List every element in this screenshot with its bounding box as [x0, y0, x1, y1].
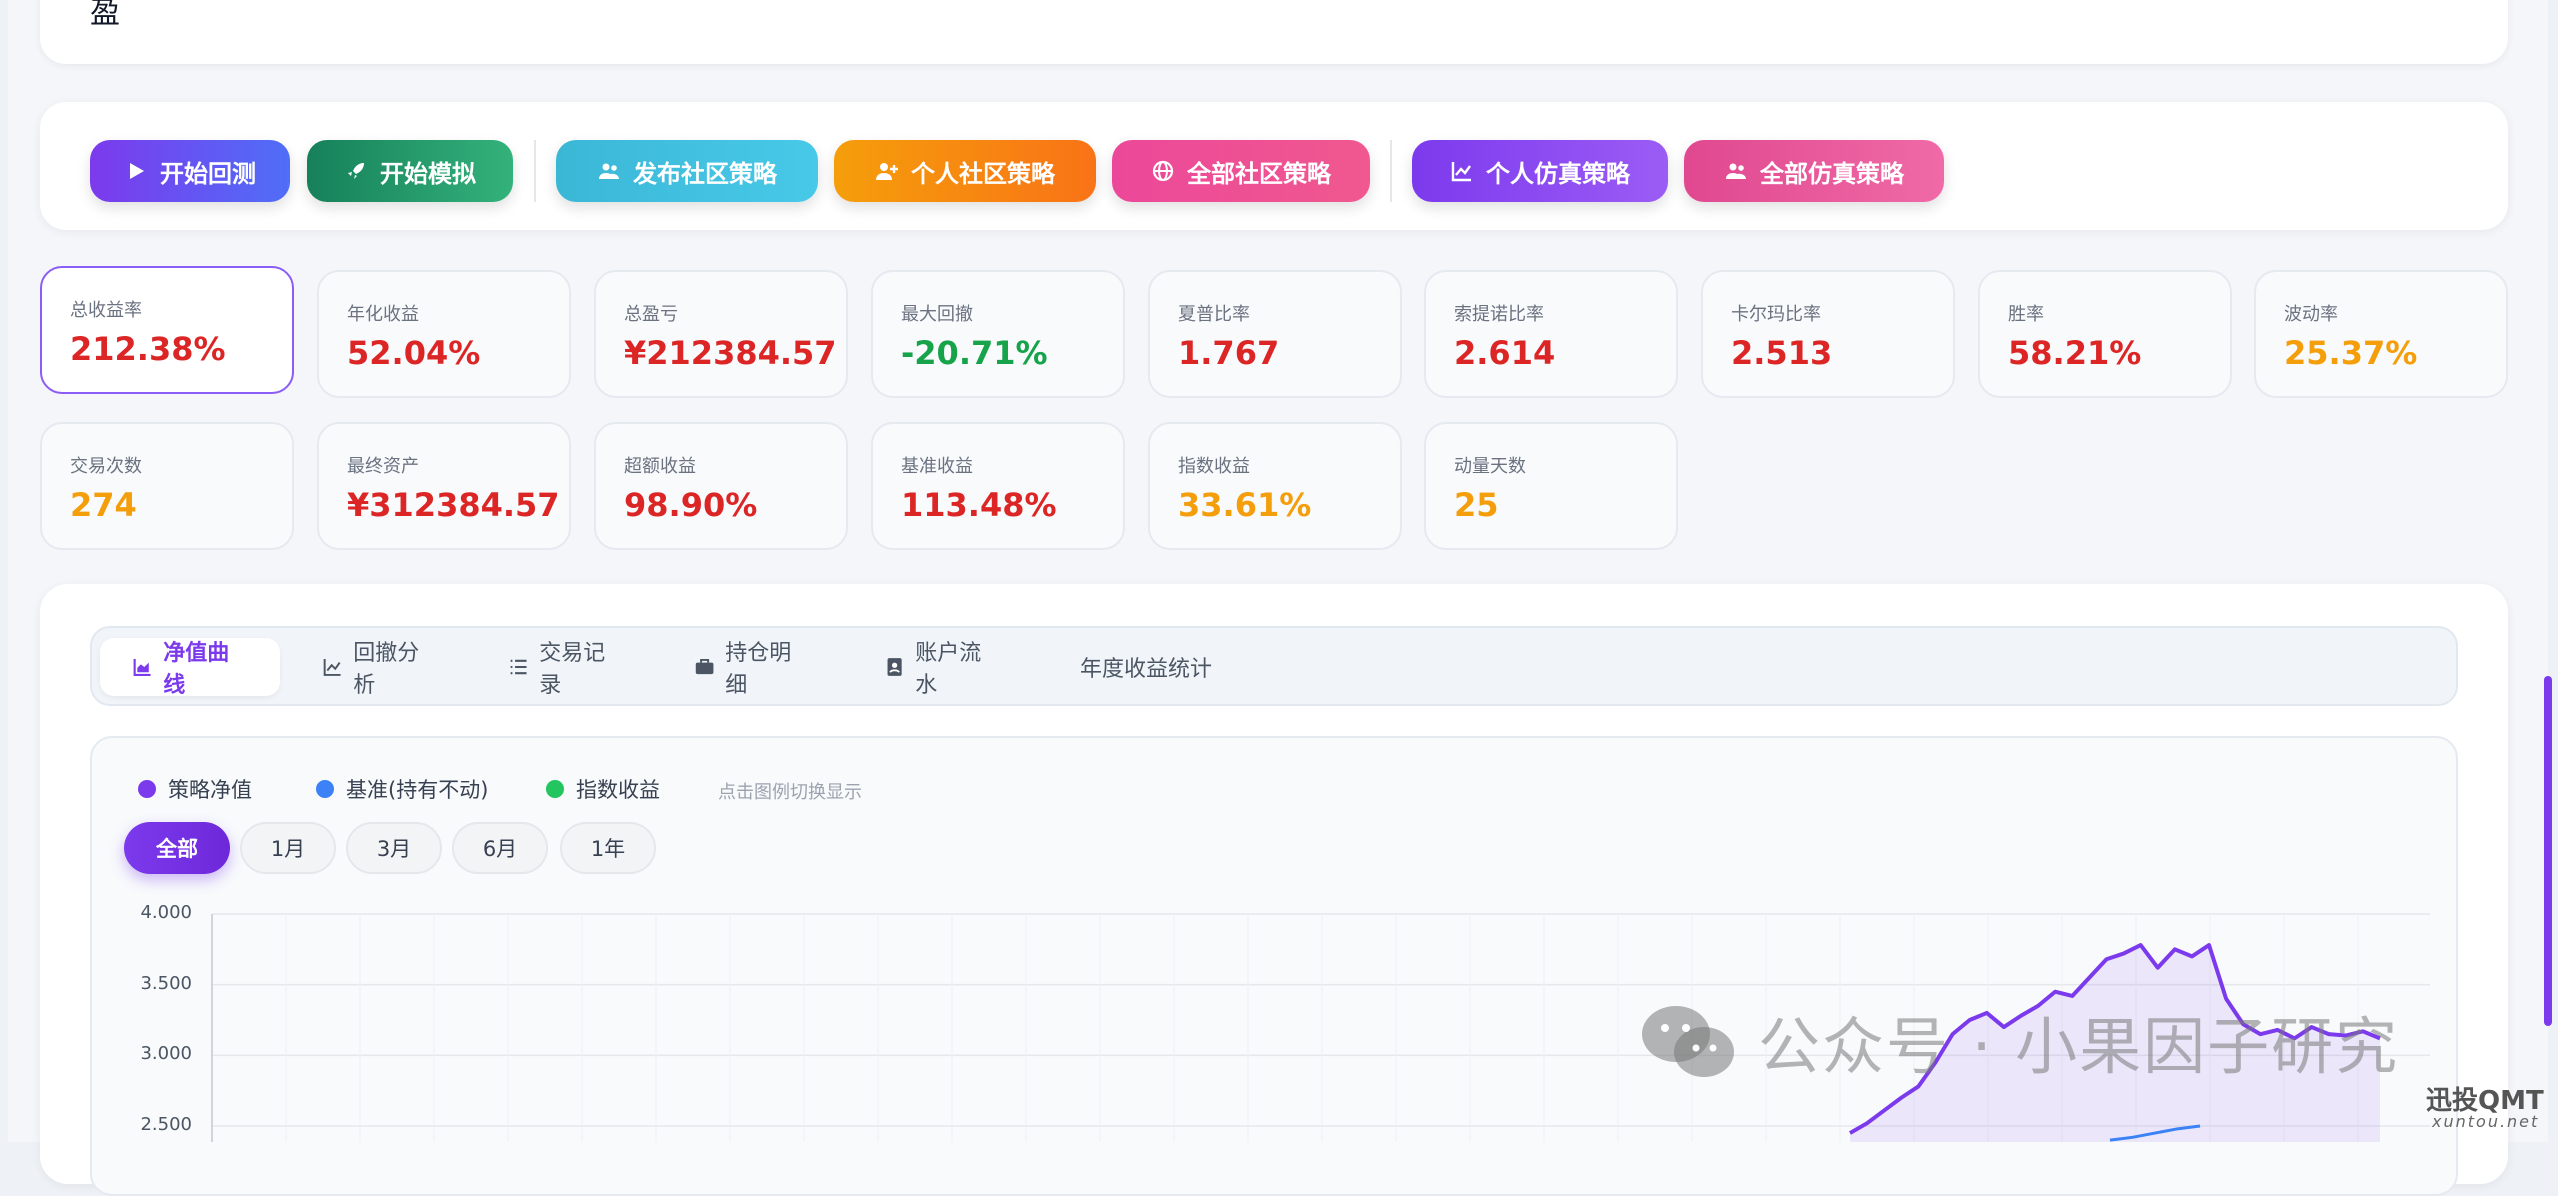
- watermark-text: 公众号 · 小果因子研究: [1758, 1010, 2400, 1083]
- watermark-site-url: xuntou.net: [2432, 1112, 2540, 1131]
- scrollbar-thumb[interactable]: [2544, 676, 2552, 1026]
- equity-chart: [211, 913, 2430, 1142]
- wechat-icon: [1642, 1006, 1734, 1077]
- watermark: 公众号 · 小果因子研究: [1638, 996, 2399, 1086]
